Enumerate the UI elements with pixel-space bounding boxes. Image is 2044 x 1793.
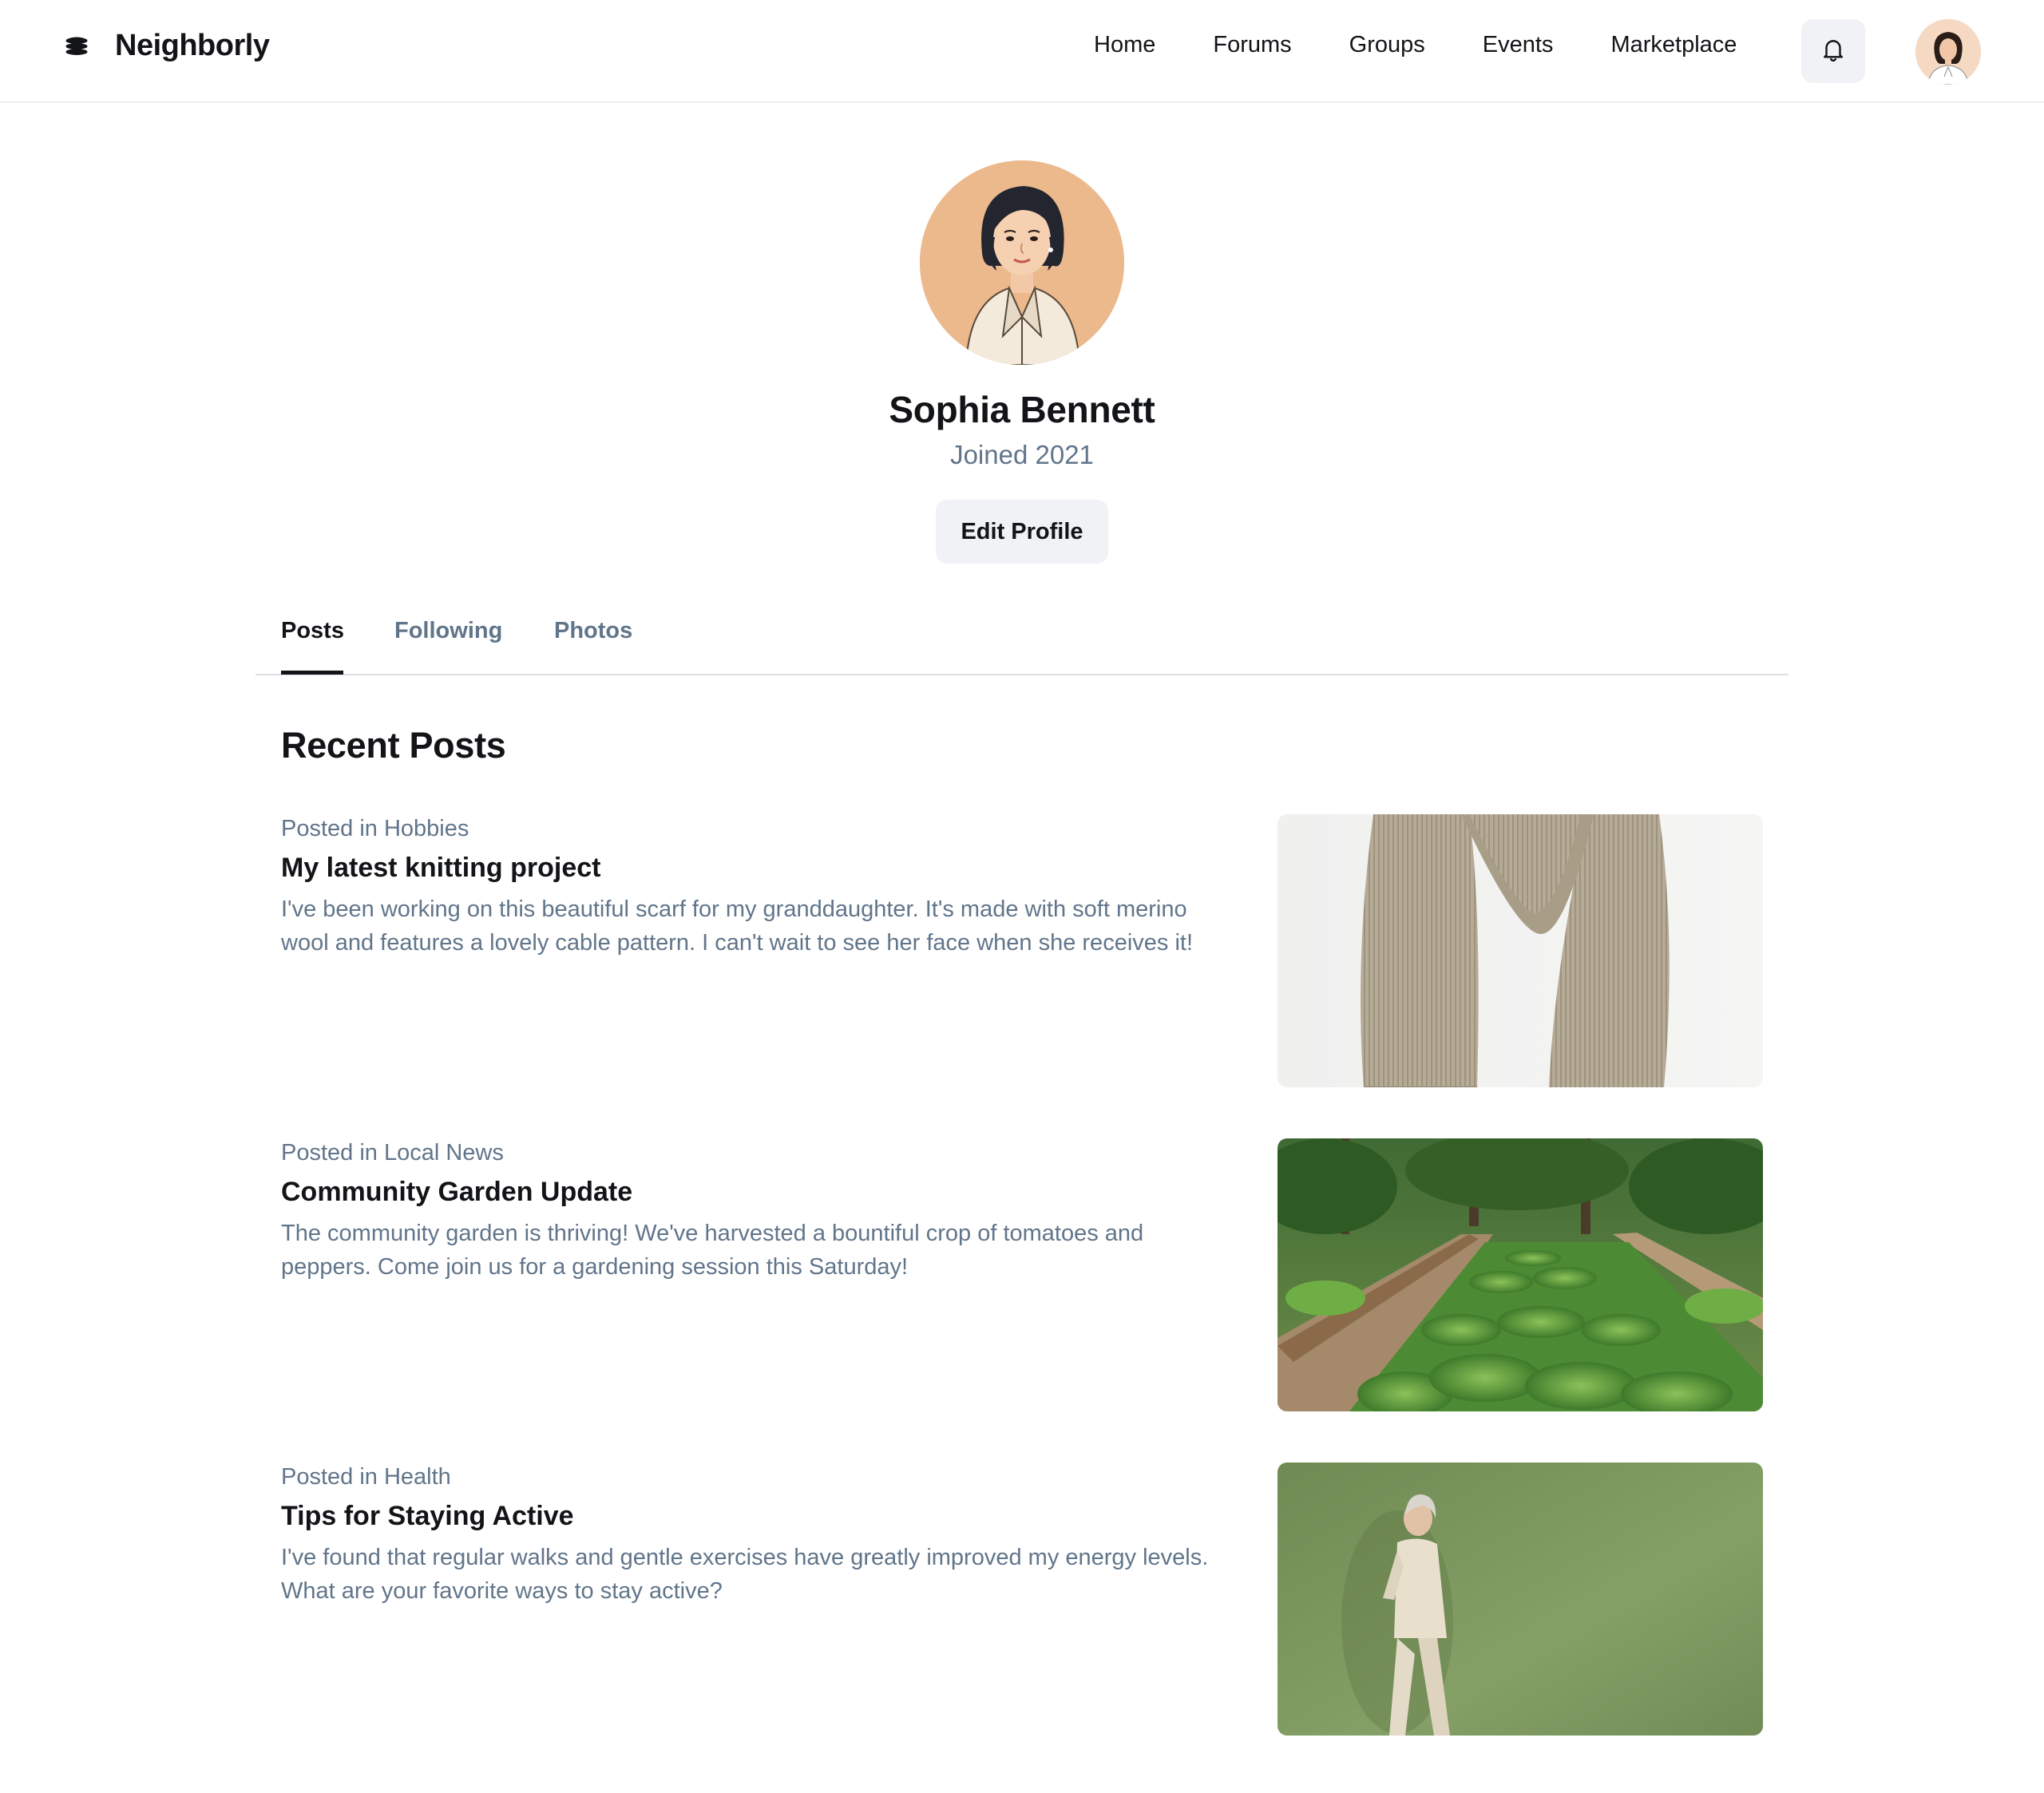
knitted-scarf-photo[interactable] <box>1278 814 1763 1087</box>
post-title[interactable]: Tips for Staying Active <box>281 1501 574 1532</box>
post-category: Posted in Health <box>281 1464 451 1490</box>
elderly-woman-walking-photo[interactable] <box>1278 1463 1763 1736</box>
edit-profile-button[interactable]: Edit Profile <box>936 500 1108 564</box>
post-card[interactable]: Posted in Health Tips for Staying Active… <box>281 1463 1763 1737</box>
bell-icon <box>1820 36 1847 67</box>
post-category: Posted in Local News <box>281 1140 504 1166</box>
post-body: I've found that regular walks and gentle… <box>281 1545 1209 1604</box>
tab-following[interactable]: Following <box>394 618 502 644</box>
nav-marketplace[interactable]: Marketplace <box>1610 32 1737 58</box>
profile-name: Sophia Bennett <box>889 389 1155 430</box>
nav-groups[interactable]: Groups <box>1349 32 1425 58</box>
stack-logo-icon <box>64 34 89 59</box>
active-tab-indicator <box>281 671 343 675</box>
notifications-button[interactable] <box>1801 19 1865 83</box>
main-nav: Home Forums Groups Events Marketplace <box>1094 32 1737 58</box>
nav-forums[interactable]: Forums <box>1213 32 1291 58</box>
top-navigation-bar: Neighborly Home Forums Groups Events Mar… <box>0 0 2044 103</box>
post-title[interactable]: Community Garden Update <box>281 1177 632 1208</box>
profile-joined-date: Joined 2021 <box>950 440 1094 469</box>
post-body: I've been working on this beautiful scar… <box>281 896 1194 956</box>
brand-name: Neighborly <box>115 29 270 62</box>
community-garden-photo[interactable] <box>1278 1138 1763 1411</box>
section-title: Recent Posts <box>281 725 506 766</box>
post-category: Posted in Hobbies <box>281 816 469 841</box>
post-title[interactable]: My latest knitting project <box>281 853 601 884</box>
tab-posts[interactable]: Posts <box>281 618 344 644</box>
post-card[interactable]: Posted in Hobbies My latest knitting pro… <box>281 814 1763 1089</box>
nav-events[interactable]: Events <box>1483 32 1554 58</box>
profile-avatar <box>920 160 1124 365</box>
profile-tabs: Posts Following Photos <box>256 591 1788 675</box>
post-body: The community garden is thriving! We've … <box>281 1221 1144 1280</box>
post-card[interactable]: Posted in Local News Community Garden Up… <box>281 1138 1763 1413</box>
tab-photos[interactable]: Photos <box>554 618 632 644</box>
brand[interactable]: Neighborly <box>64 29 270 63</box>
user-avatar[interactable] <box>1915 19 1981 85</box>
nav-home[interactable]: Home <box>1094 32 1155 58</box>
